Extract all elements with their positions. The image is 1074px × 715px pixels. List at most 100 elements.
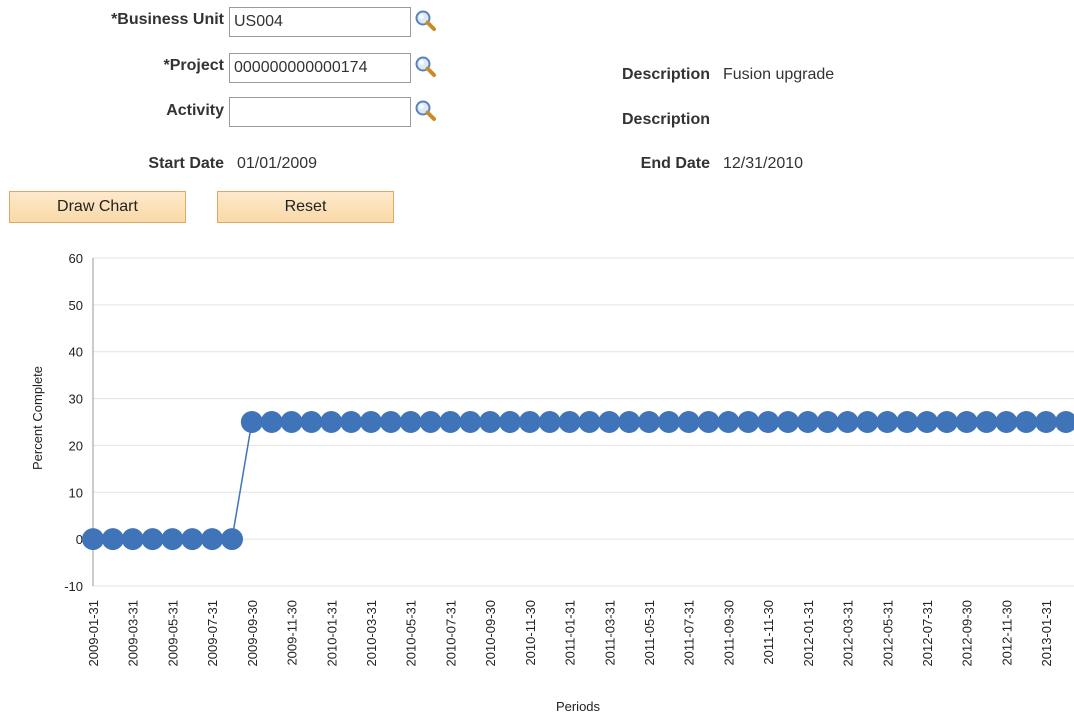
- x-tick-label: 2010-07-31: [443, 600, 458, 667]
- y-axis-label: Percent Complete: [30, 366, 45, 470]
- activity-label: Activity: [166, 102, 224, 119]
- data-point: [240, 411, 263, 433]
- data-point: [896, 411, 919, 433]
- data-point: [757, 411, 780, 433]
- business-unit-lookup-icon[interactable]: [414, 9, 438, 33]
- series-line: [93, 421, 1066, 540]
- x-tick-label: 2009-11-30: [285, 600, 300, 666]
- data-point: [340, 411, 363, 433]
- y-tick-label: 40: [69, 345, 83, 360]
- x-tick-label: 2010-01-31: [324, 600, 339, 667]
- business-unit-input[interactable]: US004: [229, 7, 411, 37]
- description-label: Description: [621, 66, 710, 83]
- data-point: [399, 411, 422, 433]
- data-point: [280, 411, 303, 433]
- draw-chart-button[interactable]: Draw Chart: [9, 191, 186, 223]
- data-point: [916, 411, 938, 433]
- data-point: [121, 528, 144, 551]
- project-lookup-icon[interactable]: [414, 55, 438, 79]
- y-tick-label: 20: [69, 438, 83, 453]
- x-tick-label: 2012-01-31: [801, 600, 816, 667]
- x-tick-label: 2009-09-30: [245, 600, 260, 667]
- data-point: [935, 411, 958, 433]
- data-point: [955, 411, 978, 433]
- x-tick-label: 2012-03-31: [841, 600, 856, 667]
- data-point: [856, 411, 879, 433]
- end-date-value: 12/31/2010: [723, 155, 804, 172]
- x-tick-label: 2011-09-30: [721, 600, 736, 666]
- data-point: [360, 411, 382, 433]
- data-point: [995, 411, 1018, 433]
- y-tick-label: 10: [69, 485, 83, 500]
- data-point: [1055, 411, 1074, 433]
- x-tick-label: 2009-03-31: [126, 600, 141, 667]
- x-tick-label: 2010-09-30: [483, 600, 498, 667]
- x-tick-label: 2012-09-30: [960, 600, 975, 667]
- start-date-value: 01/01/2009: [237, 155, 318, 172]
- y-tick-label: 30: [69, 392, 83, 407]
- y-tick-label: -10: [64, 579, 83, 594]
- data-point: [221, 528, 243, 551]
- data-point: [499, 411, 521, 433]
- data-point: [578, 411, 601, 433]
- description-value: Fusion upgrade: [723, 66, 835, 83]
- x-tick-label: 2011-11-30: [761, 600, 776, 665]
- data-point: [975, 411, 998, 433]
- data-point: [657, 411, 680, 433]
- data-point: [101, 528, 124, 551]
- data-point: [1035, 411, 1058, 433]
- data-point: [300, 411, 323, 433]
- x-tick-label: 2011-07-31: [682, 600, 697, 666]
- data-point: [141, 528, 164, 551]
- data-point: [320, 411, 343, 433]
- activity-description-label: Description: [621, 111, 710, 128]
- data-point: [379, 411, 402, 433]
- data-point: [439, 411, 462, 433]
- x-tick-label: 2009-07-31: [205, 600, 220, 667]
- x-tick-label: 2010-03-31: [364, 600, 379, 667]
- data-point: [518, 411, 541, 433]
- data-point: [697, 411, 720, 433]
- x-tick-label: 2013-01-31: [1039, 600, 1054, 667]
- reset-button[interactable]: Reset: [217, 191, 394, 223]
- data-point: [836, 411, 859, 433]
- start-date-label: Start Date: [148, 155, 224, 172]
- y-tick-label: 50: [69, 298, 83, 313]
- project-input[interactable]: 000000000000174: [229, 53, 411, 83]
- end-date-label: End Date: [640, 155, 710, 172]
- x-tick-label: 2009-01-31: [86, 600, 101, 667]
- project-label: *Project: [163, 57, 224, 74]
- data-point: [161, 528, 184, 551]
- x-tick-label: 2010-05-31: [404, 600, 419, 667]
- data-point: [618, 411, 641, 433]
- data-point: [201, 528, 224, 551]
- data-point: [816, 411, 839, 433]
- x-tick-label: 2011-03-31: [602, 600, 617, 666]
- y-tick-label: 0: [76, 532, 83, 547]
- x-tick-label: 2011-01-31: [563, 600, 578, 666]
- business-unit-label: *Business Unit: [111, 11, 224, 28]
- x-tick-label: 2011-05-31: [642, 600, 657, 666]
- activity-input[interactable]: [229, 97, 411, 127]
- data-point: [181, 528, 204, 551]
- data-point: [82, 528, 104, 551]
- x-tick-label: 2012-07-31: [920, 600, 935, 667]
- x-axis-label: Periods: [556, 699, 601, 714]
- x-tick-label: 2010-11-30: [523, 600, 538, 666]
- percent-complete-chart: -10 0 10 20 30 40 50 60 2009-01-31 2009-03-31 200…: [30, 251, 1074, 714]
- data-point: [876, 411, 899, 433]
- data-point: [717, 411, 740, 433]
- data-point: [479, 411, 502, 433]
- activity-lookup-icon[interactable]: [414, 99, 438, 123]
- data-point: [538, 411, 561, 433]
- data-point: [796, 411, 819, 433]
- data-point: [1015, 411, 1038, 433]
- data-point: [260, 411, 283, 433]
- data-point: [677, 411, 700, 433]
- data-point: [419, 411, 442, 433]
- data-point: [558, 411, 581, 433]
- x-tick-label: 2012-05-31: [880, 600, 895, 667]
- data-point: [638, 411, 660, 433]
- y-tick-label: 60: [69, 251, 83, 266]
- data-point: [737, 411, 760, 433]
